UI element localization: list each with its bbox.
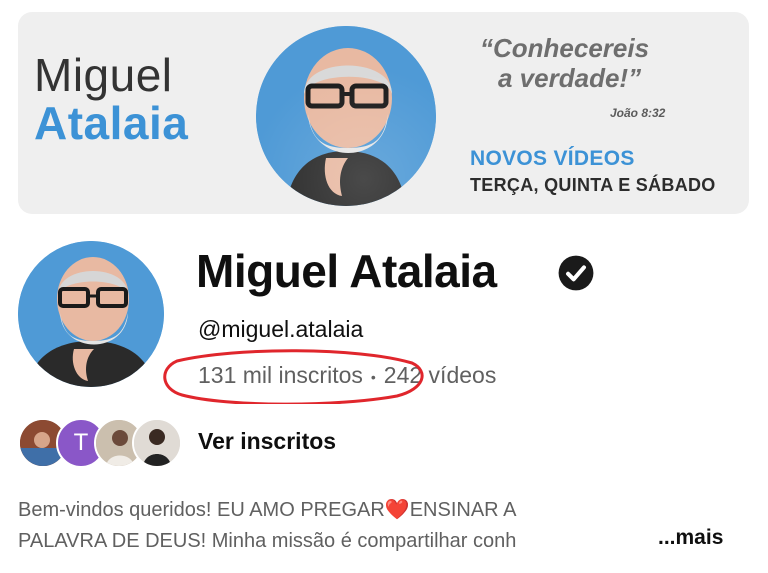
channel-avatar[interactable] bbox=[18, 241, 164, 387]
banner-quote: “Conhecereis a verdade!” bbox=[480, 33, 710, 94]
channel-stats: 131 mil inscritos • 242 vídeos bbox=[198, 362, 496, 389]
verified-check-icon bbox=[558, 255, 594, 291]
avatar-portrait-icon bbox=[18, 241, 164, 387]
channel-banner: Miguel Atalaia “Conhecereis a verdade!” … bbox=[18, 12, 749, 214]
channel-name: Miguel Atalaia bbox=[196, 245, 497, 297]
heart-emoji: ❤️ bbox=[384, 499, 410, 521]
description-line-2: PALAVRA DE DEUS! Minha missão é comparti… bbox=[18, 530, 517, 552]
video-count: 242 vídeos bbox=[383, 362, 497, 388]
banner-new-videos: NOVOS VÍDEOS bbox=[470, 147, 635, 170]
subscriber-avatar bbox=[132, 418, 182, 468]
description-text: ENSINAR A bbox=[409, 499, 517, 521]
description-line-1: Bem-vindos queridos! EU AMO PREGAR❤️ENSI… bbox=[18, 495, 658, 526]
banner-last-name: Atalaia bbox=[34, 97, 189, 149]
channel-handle: @miguel.atalaia bbox=[198, 316, 364, 342]
banner-schedule: TERÇA, QUINTA E SÁBADO bbox=[470, 175, 716, 195]
banner-first-name: Miguel bbox=[34, 49, 173, 101]
stats-separator: • bbox=[370, 368, 376, 385]
banner-quote-line1: “Conhecereis bbox=[480, 33, 650, 63]
subscriber-photo-icon bbox=[134, 420, 180, 466]
person-portrait-icon bbox=[256, 26, 436, 206]
banner-quote-reference: João 8:32 bbox=[610, 106, 666, 120]
more-button[interactable]: ...mais bbox=[658, 526, 723, 550]
banner-title: Miguel Atalaia bbox=[34, 52, 188, 146]
subscriber-avatars[interactable]: T bbox=[18, 418, 183, 468]
banner-quote-line2: a verdade!” bbox=[498, 62, 642, 93]
channel-description[interactable]: Bem-vindos queridos! EU AMO PREGAR❤️ENSI… bbox=[18, 495, 658, 557]
description-text: Bem-vindos queridos! EU AMO PREGAR bbox=[18, 499, 385, 521]
subscriber-count: 131 mil inscritos bbox=[198, 362, 363, 388]
banner-portrait bbox=[256, 26, 436, 206]
see-subscribers-link[interactable]: Ver inscritos bbox=[198, 428, 336, 455]
